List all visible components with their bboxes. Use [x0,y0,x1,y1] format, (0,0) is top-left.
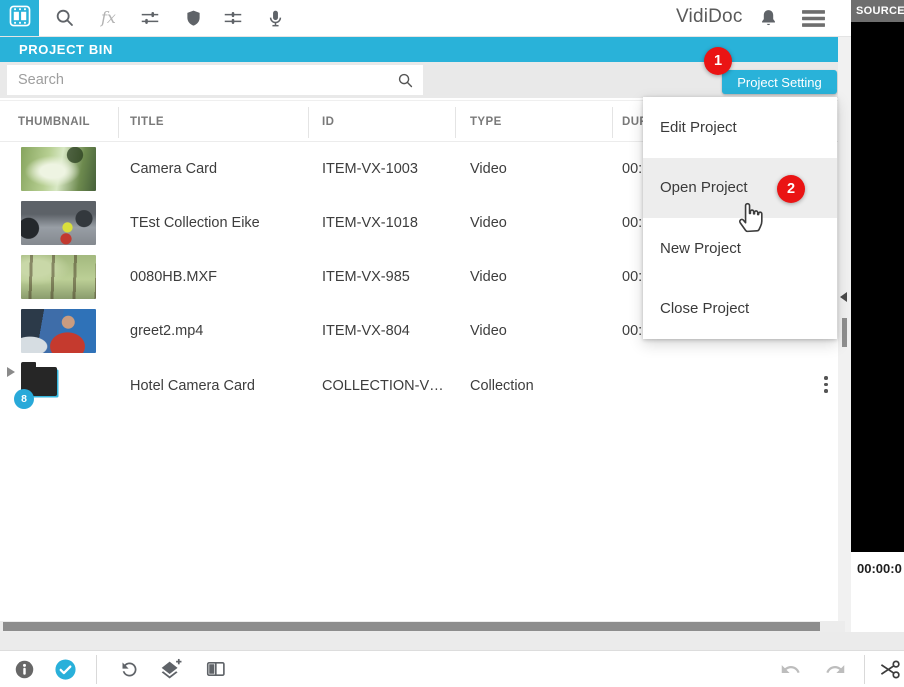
horizontal-scroll-track [0,621,845,632]
cell-title: TEst Collection Eike [130,215,260,231]
video-thumbnail[interactable] [21,147,96,191]
cell-title: 0080HB.MXF [130,269,217,285]
row-actions-kebab-icon[interactable] [820,376,832,393]
app-window: fx VidiDoc [0,0,904,687]
source-panel: SOURCE 00:00:0 [851,0,904,632]
cell-type: Video [470,161,507,177]
filmstrip-icon [9,5,31,32]
video-thumbnail[interactable] [21,201,96,245]
search-box [7,65,423,95]
col-title[interactable]: TITLE [130,116,164,128]
cell-type: Video [470,215,507,231]
bell-icon[interactable] [750,0,786,36]
annotation-step-2-badge: 2 [777,175,805,203]
collection-count-badge: 8 [14,389,34,409]
cell-id: ITEM-VX-1003 [322,161,418,177]
microphone-icon[interactable] [257,0,293,36]
video-thumbnail[interactable] [21,309,96,353]
bottom-toolbar [0,650,904,687]
search-field-icon[interactable] [397,72,414,89]
shield-icon[interactable] [175,0,211,36]
col-type[interactable]: TYPE [470,116,502,128]
column-divider [118,107,119,138]
column-divider [612,107,613,138]
horizontal-scrollbar[interactable] [3,622,820,631]
tune-icon[interactable] [132,0,168,36]
cut-icon[interactable] [872,651,904,687]
project-setting-button[interactable]: Project Setting [722,70,837,94]
col-thumbnail[interactable]: THUMBNAIL [18,116,90,128]
search-input[interactable] [7,72,397,88]
cell-title: greet2.mp4 [130,323,203,339]
lower-divider-strip [0,632,904,650]
col-id[interactable]: ID [322,116,334,128]
cell-title: Camera Card [130,161,217,177]
expand-arrow-icon[interactable] [7,367,15,377]
toolbar-divider [864,655,865,684]
approve-check-icon[interactable] [47,651,83,687]
annotation-step-1-badge: 1 [704,47,732,75]
cell-duration: 00: [622,323,642,339]
redo-icon[interactable] [817,651,853,687]
info-icon[interactable] [6,651,42,687]
cell-duration: 00: [622,215,642,231]
column-divider [455,107,456,138]
collapse-panel-icon[interactable] [840,292,847,302]
table-row-collection[interactable]: 8 Hotel Camera Card COLLECTION-V… Collec… [0,358,838,414]
menu-item-close-project[interactable]: Close Project [643,279,837,340]
effects-fx-icon[interactable]: fx [92,0,128,36]
vertical-scrollbar[interactable] [842,318,847,347]
cell-type: Video [470,269,507,285]
source-timecode: 00:00:0 [851,561,904,576]
source-video-viewport[interactable] [851,22,904,552]
toolbar-divider [96,655,97,684]
adjust-icon[interactable] [215,0,251,36]
app-title: VidiDoc [676,6,743,28]
cell-title: Hotel Camera Card [130,378,255,394]
top-toolbar: fx VidiDoc [0,0,851,37]
split-view-icon[interactable] [198,651,234,687]
cell-type: Collection [470,378,534,394]
menu-icon[interactable] [795,0,831,36]
cell-id: COLLECTION-V… [322,378,444,394]
cell-id: ITEM-VX-804 [322,323,410,339]
cell-duration: 00: [622,269,642,285]
hand-cursor-icon [733,196,769,239]
source-panel-title: SOURCE [851,0,904,22]
video-thumbnail[interactable] [21,255,96,299]
add-layer-icon[interactable] [153,651,189,687]
rotate-ccw-icon[interactable] [111,651,147,687]
menu-item-edit-project[interactable]: Edit Project [643,97,837,158]
cell-id: ITEM-VX-1018 [322,215,418,231]
cell-duration: 00: [622,161,642,177]
search-icon[interactable] [47,0,83,36]
undo-icon[interactable] [772,651,808,687]
svg-text:fx: fx [100,8,116,27]
cell-id: ITEM-VX-985 [322,269,410,285]
cell-type: Video [470,323,507,339]
project-bin-tab[interactable] [0,0,39,36]
column-divider [308,107,309,138]
